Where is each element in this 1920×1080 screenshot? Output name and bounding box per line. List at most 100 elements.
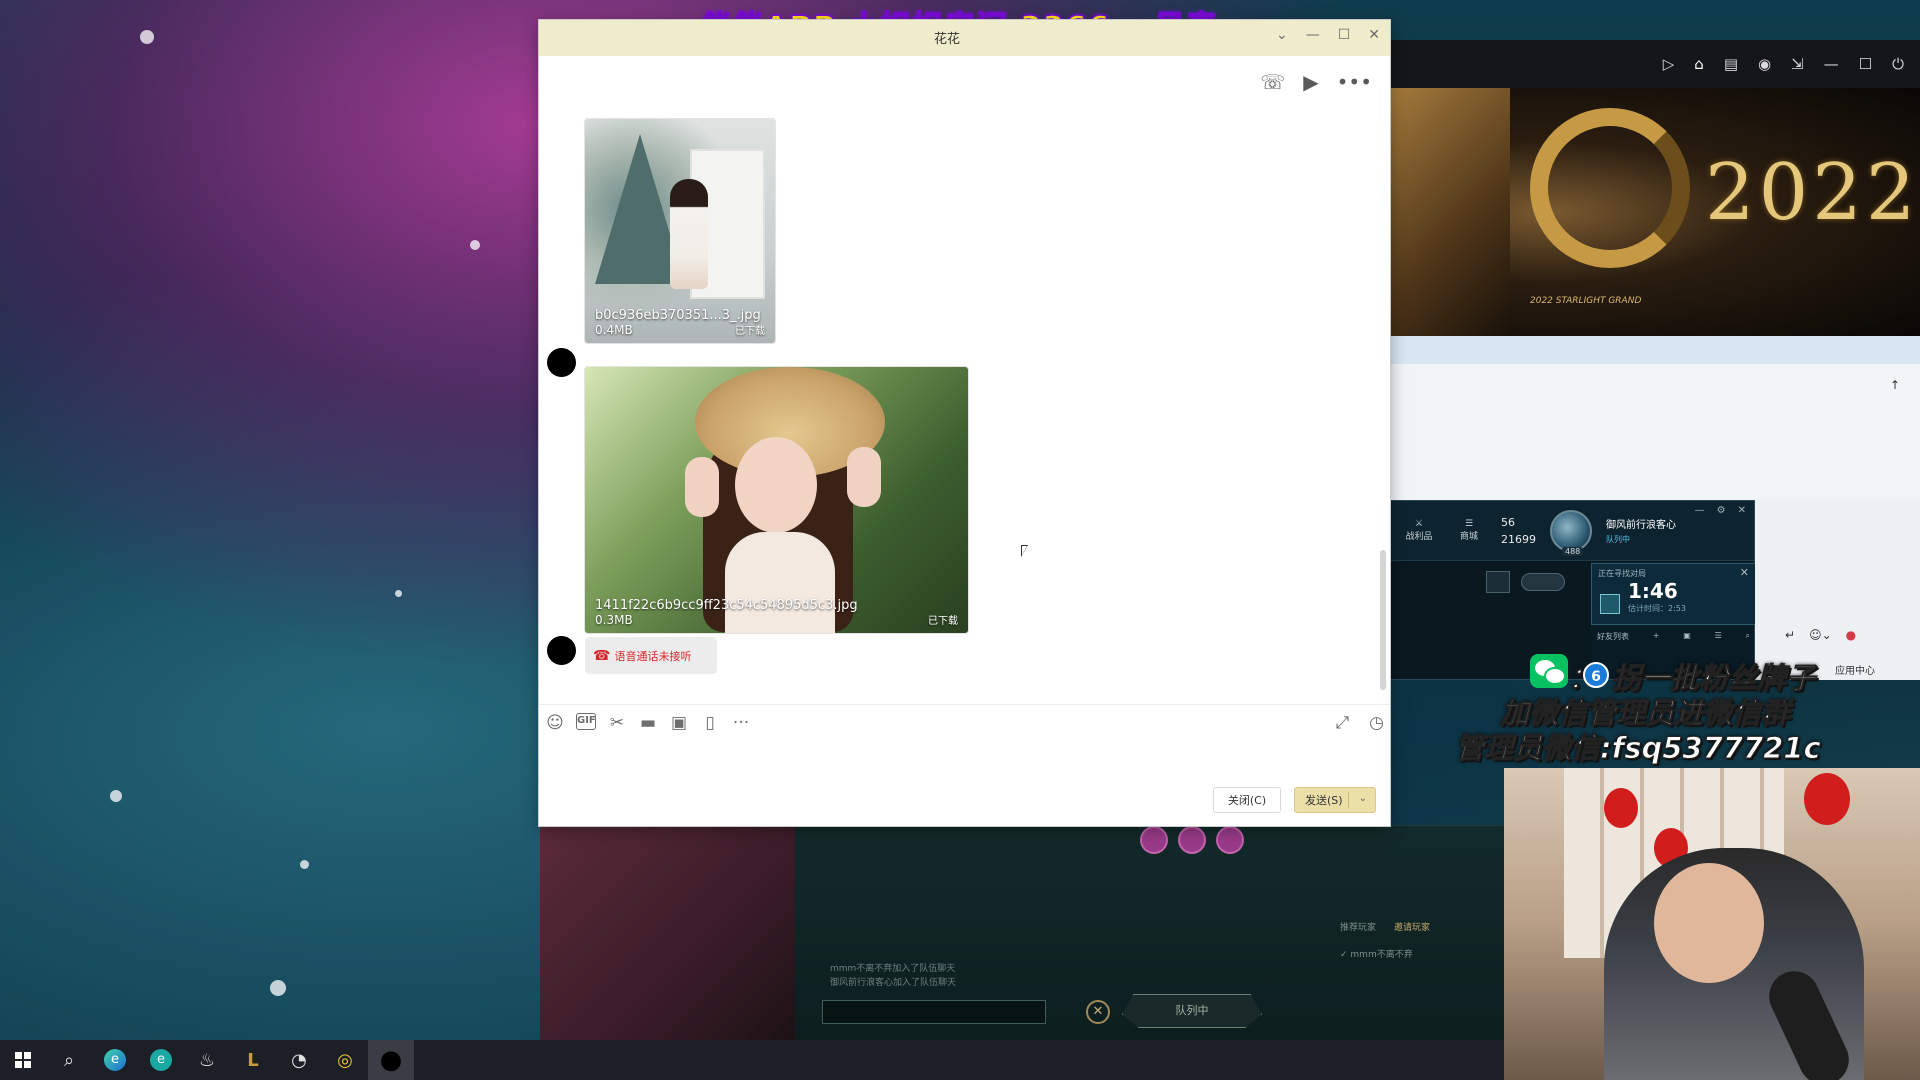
clock-icon[interactable]: ◷ [1369, 713, 1384, 733]
image-filename: b0c936eb370351...3_.jpg [595, 308, 761, 323]
list-icon[interactable]: ▤ [1724, 55, 1738, 73]
screen-share-icon[interactable]: ▯ [700, 713, 720, 733]
queue-close-icon[interactable]: ✕ [1740, 566, 1749, 579]
toolbar-right: ⤢ ◷ [1336, 713, 1384, 733]
expand-icon[interactable]: ⤢ [1336, 713, 1350, 733]
spell-icon[interactable] [1140, 826, 1168, 854]
lobby-queue-button[interactable]: 队列中 [1122, 994, 1262, 1028]
scissors-icon[interactable]: ✂ [607, 713, 627, 733]
avatar[interactable] [547, 348, 576, 377]
image-message[interactable]: 1411f22c6b9cc9ff23c54c54895d5c3.jpg 0.3M… [584, 366, 969, 634]
more-icon[interactable]: ··· [731, 713, 751, 733]
chevron-down-icon[interactable]: ⌄ [1276, 27, 1288, 43]
maximize-icon[interactable]: ☐ [1338, 27, 1351, 43]
windows-icon [15, 1052, 31, 1068]
wechat-icon [1530, 654, 1568, 688]
image-size: 0.3MB [595, 613, 633, 627]
lobby-chat-input[interactable] [822, 1000, 1046, 1024]
add-friend-icon[interactable]: + [1653, 631, 1660, 642]
folder-icon[interactable]: ▬ [638, 713, 658, 733]
minimize-icon[interactable]: — [1824, 55, 1839, 73]
currency-value: 21699 [1501, 532, 1536, 546]
download-icon[interactable]: ⇲ [1791, 55, 1804, 73]
minimize-icon[interactable]: — [1695, 505, 1705, 516]
tab-recommended[interactable]: 推荐玩家 [1340, 920, 1376, 933]
scroll-up-icon[interactable]: ↑ [1890, 378, 1900, 392]
invite-entry[interactable]: ✓ mmm不离不弃 [1340, 947, 1505, 960]
missed-call-message[interactable]: ☎ 语音通话未接听 [585, 637, 717, 674]
app-center-link[interactable]: 应用中心 [1835, 662, 1875, 677]
record-icon[interactable]: ● [1846, 628, 1856, 642]
player-avatar[interactable]: 488 [1550, 509, 1592, 556]
folder-icon[interactable]: ▣ [1683, 631, 1691, 642]
friends-bar: 好友列表 + ▣ ☰ ⌕ [1591, 627, 1756, 646]
loot-nav[interactable]: ⚔ 战利品 [1401, 519, 1437, 542]
lobby-spell-icons [1140, 826, 1244, 854]
chat-titlebar[interactable]: 花花 ⌄ — ☐ ✕ [539, 20, 1390, 56]
search-icon[interactable]: ⌕ [46, 1040, 92, 1080]
banner-logo [1530, 108, 1690, 268]
list-icon[interactable]: ☰ [1715, 631, 1722, 642]
gamepad-icon[interactable]: ◉ [1758, 55, 1771, 73]
league-client-mini: ⚔ 战利品 ☰ 商城 56 21699 488 御风前行浪客心 队列中 — ⚙ ✕ 正… [1390, 500, 1756, 680]
scrollbar-thumb[interactable] [1380, 550, 1386, 690]
emoji-icon[interactable]: ☺ [545, 713, 565, 733]
chat-bubble-icon[interactable]: ☺⌄ [1809, 628, 1832, 642]
queue-panel: 正在寻找对局 ✕ 1:46 估计时间：2:53 [1591, 563, 1756, 625]
client-top-bar: ▷ ⌂ ▤ ◉ ⇲ — ☐ ⏻ [1390, 40, 1920, 88]
queue-timer: 1:46 [1628, 579, 1678, 603]
chat-window: 花花 ⌄ — ☐ ✕ ☏ ▶ ••• b0c936eb370351...3_.j… [539, 20, 1390, 826]
banner-character [1390, 88, 1510, 336]
cam-lantern [1604, 788, 1638, 828]
spell-icon[interactable] [1216, 826, 1244, 854]
side-panel [1755, 500, 1920, 680]
steam-icon[interactable]: ♨ [184, 1040, 230, 1080]
gear-icon[interactable]: ⚙ [1717, 505, 1726, 516]
chevron-down-icon[interactable]: ⌄ [1359, 793, 1367, 804]
close-icon[interactable]: ✕ [1368, 27, 1380, 43]
owl-icon[interactable]: ◎ [322, 1040, 368, 1080]
image-message[interactable]: b0c936eb370351...3_.jpg 0.4MB 已下载 [584, 118, 776, 344]
banner-subtitle: 2022 STARLIGHT GRAND [1530, 296, 1642, 306]
overlay-wechat-id: 管理员微信:fsq5377721c [1455, 731, 1822, 766]
close-button[interactable]: 关闭(C) [1213, 787, 1281, 813]
edge-icon[interactable]: e [92, 1040, 138, 1080]
mini-window-controls: — ⚙ ✕ [1695, 505, 1746, 516]
lobby-cancel-button[interactable]: ✕ [1086, 1000, 1110, 1024]
ranking-icon[interactable] [1486, 571, 1510, 593]
start-button[interactable] [0, 1040, 46, 1080]
loot-label: 战利品 [1405, 532, 1433, 542]
store-icon: ☰ [1464, 519, 1474, 529]
league-icon[interactable]: L [230, 1040, 276, 1080]
enter-icon[interactable]: ↵ [1785, 628, 1795, 642]
image-icon[interactable]: ▣ [669, 713, 689, 733]
friends-label: 好友列表 [1597, 632, 1629, 641]
queue-mode-icon [1600, 594, 1620, 614]
close-icon[interactable]: ✕ [1738, 505, 1746, 516]
cam-lantern [1804, 773, 1850, 825]
status-toggle[interactable] [1521, 573, 1565, 591]
event-banner[interactable]: 2022 2022 STARLIGHT GRAND [1390, 88, 1920, 336]
active-app-icon[interactable]: ● [368, 1040, 414, 1080]
banner-year: 2022 [1705, 148, 1920, 238]
send-divider [1348, 792, 1349, 808]
spell-icon[interactable] [1178, 826, 1206, 854]
maximize-icon[interactable]: ☐ [1859, 55, 1872, 73]
home-icon[interactable]: ⌂ [1694, 55, 1704, 73]
avatar[interactable] [547, 636, 576, 665]
missed-call-text: 语音通话未接听 [614, 649, 692, 663]
lobby-invite-panel: 推荐玩家 邀请玩家 ✓ mmm不离不弃 [1340, 920, 1505, 1020]
video-icon[interactable]: ▷ [1663, 55, 1675, 73]
gif-icon[interactable]: GIF [576, 713, 596, 730]
tab-invite[interactable]: 邀请玩家 [1394, 920, 1430, 933]
power-icon[interactable]: ⏻ [1892, 55, 1904, 73]
send-button[interactable]: 发送(S) ⌄ [1294, 787, 1376, 813]
minimize-icon[interactable]: — [1306, 27, 1320, 43]
phone-icon: ☎ [593, 647, 611, 664]
search-icon[interactable]: ⌕ [1746, 631, 1750, 642]
store-nav[interactable]: ☰ 商城 [1451, 519, 1487, 542]
obs-icon[interactable]: ◔ [276, 1040, 322, 1080]
message-list[interactable]: b0c936eb370351...3_.jpg 0.4MB 已下载 1411f2… [539, 56, 1390, 724]
browser-icon[interactable]: e [138, 1040, 184, 1080]
queue-estimate: 估计时间：2:53 [1628, 604, 1686, 613]
